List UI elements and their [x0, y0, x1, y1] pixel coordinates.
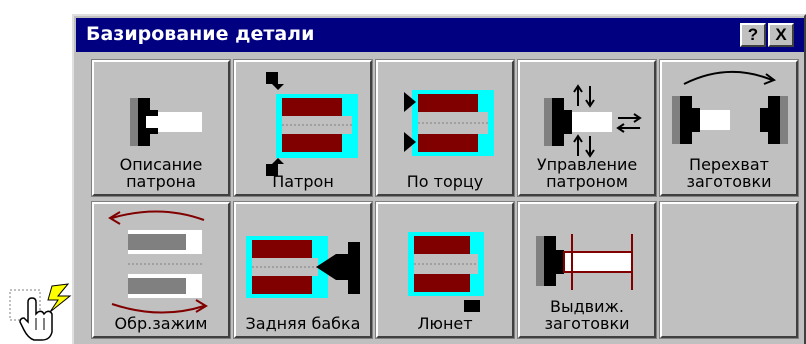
help-button[interactable]: ? — [740, 23, 766, 47]
button-label: По торцу — [406, 172, 484, 191]
chuck-description-button[interactable]: Описание патрона — [91, 59, 231, 197]
hand-cursor-icon — [9, 283, 72, 341]
reverse-clamp-button[interactable]: Обр.зажим — [91, 201, 231, 339]
face-locate-button[interactable]: По торцу — [375, 59, 515, 197]
window-title: Базирование детали — [86, 23, 315, 45]
empty-tile — [659, 201, 799, 339]
close-button[interactable]: X — [768, 23, 794, 47]
button-label: Перехват заготовки — [686, 155, 772, 191]
tailstock-button[interactable]: Задняя бабка — [233, 201, 373, 339]
button-grid: Описание патрона Патрон По торцу Управле… — [91, 59, 802, 344]
button-label: Описание патрона — [119, 155, 203, 191]
workpiece-regrip-button[interactable]: Перехват заготовки — [659, 59, 799, 197]
button-label: Управление патроном — [536, 155, 638, 191]
workpiece-extension-button[interactable]: Выдвиж. заготовки — [517, 201, 657, 339]
button-label: Задняя бабка — [245, 314, 361, 333]
button-label: Выдвиж. заготовки — [544, 297, 630, 333]
button-label: Патрон — [272, 172, 334, 191]
button-label: Обр.зажим — [114, 314, 208, 333]
button-label: Люнет — [417, 314, 473, 333]
locating-dialog: Базирование детали ? X Описание патрона — [72, 14, 806, 344]
title-bar: Базирование детали ? X — [76, 18, 804, 52]
steady-rest-button[interactable]: Люнет — [375, 201, 515, 339]
chuck-button[interactable]: Патрон — [233, 59, 373, 197]
chuck-control-button[interactable]: Управление патроном — [517, 59, 657, 197]
